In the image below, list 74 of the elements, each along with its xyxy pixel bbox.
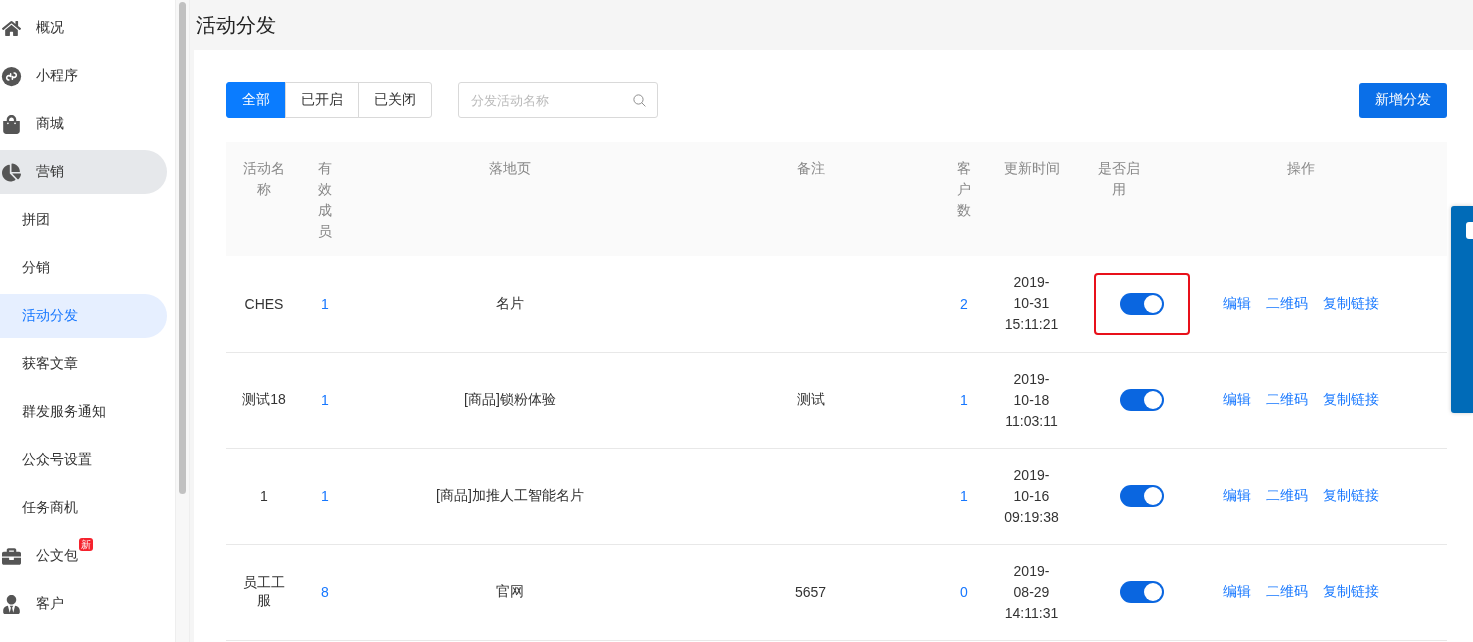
action-link[interactable]: 复制链接 [1323,583,1379,599]
action-link[interactable]: 复制链接 [1323,487,1379,503]
table-cell: 5657 [794,584,827,600]
table-cell: [商品]锁粉体验 [464,391,556,407]
table-cell-text: 2019-08-29 14:11:31 [1003,561,1060,623]
table-cell-text: 2019-10-31 15:11:21 [1003,273,1060,335]
column-header: 备注 [672,142,949,256]
filter-tab[interactable]: 已开启 [285,82,359,118]
sidebar-item[interactable]: 拼团 [0,198,167,242]
customer-count-link[interactable]: 2 [960,295,968,312]
customer-count-link[interactable]: 1 [960,392,968,408]
column-header: 更新时间 [979,142,1084,256]
customer-count-link[interactable]: 1 [960,488,968,504]
table-cell-text: 2019-10-16 09:19:38 [1003,465,1060,527]
member-count-link[interactable]: 1 [321,392,329,408]
customer-count-link[interactable]: 0 [960,584,968,600]
column-header: 有效成员 [302,142,348,256]
action-link[interactable]: 二维码 [1266,294,1308,311]
scrollbar[interactable] [175,0,190,642]
sidebar-item[interactable]: 公文包 新 [0,534,167,578]
member-count-link[interactable]: 1 [321,295,329,312]
member-count-link[interactable]: 1 [321,488,329,504]
home-icon [1,18,21,38]
sidebar-item[interactable]: 公众号设置 [0,438,167,482]
toggle-switch[interactable] [1120,485,1164,507]
table-cell-text: 2019-10-18 11:03:11 [1004,369,1059,431]
search-field[interactable]: 分发活动名称 [458,82,658,118]
action-link[interactable]: 复制链接 [1323,391,1379,407]
action-link[interactable]: 编辑 [1223,583,1251,599]
side-tab[interactable] [1451,206,1473,413]
page-title: 活动分发 [195,12,277,38]
table-cell: 员工工服 [243,574,285,608]
sidebar-item[interactable]: 分销 [0,246,167,290]
sidebar-item[interactable]: 群发服务通知 [0,390,167,434]
bag-icon [1,114,21,134]
member-count-link[interactable]: 8 [321,584,329,600]
toggle-switch[interactable] [1120,389,1164,411]
sidebar-item[interactable]: 概况 [0,6,167,50]
table-cell: [商品]加推人工智能名片 [436,487,584,503]
action-link[interactable]: 编辑 [1223,487,1251,503]
action-link[interactable]: 二维码 [1266,391,1308,407]
column-header: 落地页 [348,142,672,256]
action-link[interactable]: 二维码 [1266,487,1308,503]
person-icon [1,594,21,614]
filter-tab[interactable]: 全部 [226,82,286,118]
toggle-switch[interactable] [1120,581,1164,603]
table-cell: 测试18 [242,391,286,407]
action-link[interactable]: 二维码 [1266,583,1308,599]
filter-tab[interactable]: 已关闭 [358,82,432,118]
sidebar-item[interactable]: 商城 [0,102,167,146]
table-cell: 测试 [796,391,825,407]
sidebar-item[interactable]: 客户 [0,582,167,626]
action-link[interactable]: 复制链接 [1323,294,1379,311]
toggle-switch[interactable] [1120,292,1164,315]
column-header: 客户数 [949,142,979,256]
table-cell: 官网 [496,583,524,599]
briefcase-icon [1,546,21,566]
table-cell: CHES [244,295,284,312]
pie-chart-icon [1,162,21,182]
sidebar-item[interactable]: 营销 [0,150,167,194]
table-cell: 1 [260,488,268,504]
column-header: 是否启用 [1084,142,1154,256]
action-link[interactable]: 编辑 [1223,391,1251,407]
sidebar-item[interactable]: 活动分发 [0,294,167,338]
sidebar-item[interactable]: 获客文章 [0,342,167,386]
search-icon [632,92,647,108]
new-badge: 新 [79,538,93,551]
action-link[interactable]: 编辑 [1223,294,1251,311]
column-header: 操作 [1154,142,1447,256]
sidebar-item[interactable]: 任务商机 [0,486,167,530]
column-header: 活动名称 [226,142,302,256]
table-cell: 名片 [496,294,524,311]
add-button[interactable]: 新增分发 [1359,82,1447,118]
sidebar-item[interactable]: 小程序 [0,54,167,98]
